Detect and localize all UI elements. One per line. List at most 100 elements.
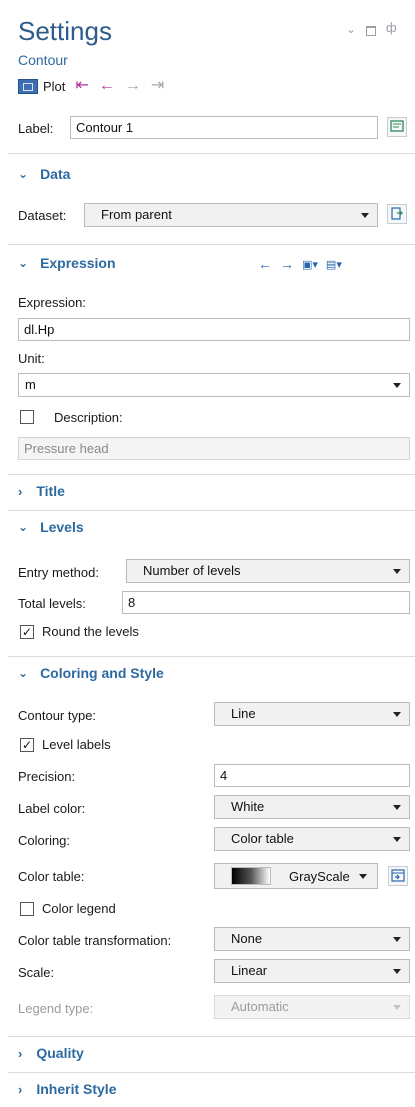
section-title-levels: Levels xyxy=(40,519,84,535)
last-node-icon[interactable]: ⇥ xyxy=(151,78,164,94)
chevron-down-icon: ⌄ xyxy=(18,256,29,270)
insert-expression-icon[interactable]: ▤▾ xyxy=(326,258,342,271)
divider xyxy=(8,153,415,154)
transformation-label: Color table transformation: xyxy=(18,933,172,948)
precision-label: Precision: xyxy=(18,769,76,784)
expression-label: Expression: xyxy=(18,295,86,310)
show-description-icon[interactable] xyxy=(387,117,407,137)
chevron-down-icon xyxy=(393,712,401,717)
section-title-quality: Quality xyxy=(36,1045,84,1061)
color-table-browse-icon[interactable] xyxy=(388,866,408,886)
unit-select-value: m xyxy=(25,377,36,392)
label-color-select[interactable]: White xyxy=(214,795,410,819)
next-node-icon[interactable]: → xyxy=(125,78,141,94)
section-header-data[interactable]: ⌄ Data xyxy=(18,166,70,182)
level-labels-label: Level labels xyxy=(42,737,111,752)
legend-type-select: Automatic xyxy=(214,995,410,1019)
expression-input[interactable] xyxy=(18,318,410,341)
coloring-value: Color table xyxy=(231,831,294,846)
entry-method-label: Entry method: xyxy=(18,565,99,580)
chevron-down-icon xyxy=(361,213,369,218)
label-field-label: Label: xyxy=(18,121,54,136)
chevron-down-icon xyxy=(359,874,367,879)
description-input xyxy=(18,437,410,460)
plot-toolbar: Plot ⇤ ← → ⇥ xyxy=(18,76,174,96)
entry-method-select[interactable]: Number of levels xyxy=(126,559,410,583)
section-title-title: Title xyxy=(36,483,65,499)
color-legend-label: Color legend xyxy=(42,901,116,916)
section-title-coloring: Coloring and Style xyxy=(40,665,164,681)
chevron-right-icon: › xyxy=(18,483,23,499)
transformation-value: None xyxy=(231,931,263,946)
scale-value: Linear xyxy=(231,963,268,978)
pin-icon[interactable]: ф xyxy=(386,20,397,35)
section-header-coloring[interactable]: ⌄ Coloring and Style xyxy=(18,665,164,681)
divider xyxy=(8,474,415,475)
chevron-down-icon xyxy=(393,837,401,842)
total-levels-label: Total levels: xyxy=(18,596,86,611)
section-title-inherit-style: Inherit Style xyxy=(36,1081,117,1097)
coloring-select[interactable]: Color table xyxy=(214,827,410,851)
precision-input[interactable] xyxy=(214,764,410,787)
chevron-right-icon: › xyxy=(18,1081,23,1097)
total-levels-input[interactable] xyxy=(122,591,410,614)
divider xyxy=(8,1036,415,1037)
description-checkbox[interactable] xyxy=(20,410,34,424)
chevron-down-icon xyxy=(393,569,401,574)
color-table-label: Color table: xyxy=(18,869,85,884)
round-levels-checkbox[interactable]: ✓ xyxy=(20,625,34,639)
section-header-expression[interactable]: ⌄ Expression xyxy=(18,255,116,271)
chevron-down-icon xyxy=(393,937,401,942)
first-node-icon[interactable]: ⇤ xyxy=(75,78,88,94)
collapse-panel-icon[interactable]: ⌄ xyxy=(346,22,356,36)
color-table-select[interactable]: GrayScale xyxy=(214,863,378,889)
chevron-down-icon: ⌄ xyxy=(18,167,29,181)
arrow-left-icon[interactable]: ← xyxy=(258,256,272,272)
section-header-title[interactable]: › Title xyxy=(18,483,65,499)
label-color-label: Label color: xyxy=(18,801,86,816)
divider xyxy=(8,510,415,511)
transformation-select[interactable]: None xyxy=(214,927,410,951)
arrow-right-icon[interactable]: → xyxy=(280,256,294,272)
contour-type-label: Contour type: xyxy=(18,708,97,723)
contour-type-value: Line xyxy=(231,706,256,721)
chevron-down-icon xyxy=(393,1005,401,1010)
divider xyxy=(8,1072,415,1073)
label-input[interactable] xyxy=(70,116,378,139)
unit-select[interactable]: m xyxy=(18,373,410,397)
grayscale-swatch xyxy=(231,867,271,885)
go-to-source-icon[interactable] xyxy=(387,204,407,224)
legend-type-label: Legend type: xyxy=(18,1001,94,1016)
unit-label: Unit: xyxy=(18,351,45,366)
legend-type-value: Automatic xyxy=(231,999,289,1014)
plot-icon[interactable] xyxy=(18,78,38,94)
chevron-down-icon xyxy=(393,805,401,810)
dataset-select-value: From parent xyxy=(101,207,172,222)
dataset-select[interactable]: From parent xyxy=(84,203,378,227)
section-header-levels[interactable]: ⌄ Levels xyxy=(18,519,84,535)
page-subtitle: Contour xyxy=(18,52,68,68)
scale-select[interactable]: Linear xyxy=(214,959,410,983)
description-label: Description: xyxy=(54,410,123,425)
divider xyxy=(8,244,415,245)
scale-label: Scale: xyxy=(18,965,55,980)
color-legend-checkbox[interactable] xyxy=(20,902,34,916)
maximize-icon[interactable] xyxy=(366,26,376,36)
page-title: Settings xyxy=(18,16,112,46)
expression-toolbar: ← → ▣▾ ▤▾ xyxy=(258,256,342,272)
section-header-quality[interactable]: › Quality xyxy=(18,1045,84,1061)
round-levels-label: Round the levels xyxy=(42,624,139,639)
entry-method-value: Number of levels xyxy=(143,563,241,578)
level-labels-checkbox[interactable]: ✓ xyxy=(20,738,34,752)
replace-expression-icon[interactable]: ▣▾ xyxy=(302,258,318,271)
contour-type-select[interactable]: Line xyxy=(214,702,410,726)
color-table-value: GrayScale xyxy=(289,868,350,884)
chevron-down-icon: ⌄ xyxy=(18,520,29,534)
chevron-down-icon xyxy=(393,383,401,388)
section-title-expression: Expression xyxy=(40,255,116,271)
previous-node-icon[interactable]: ← xyxy=(99,78,115,94)
coloring-label: Coloring: xyxy=(18,833,71,848)
divider xyxy=(8,656,415,657)
plot-button-label[interactable]: Plot xyxy=(43,79,65,94)
section-header-inherit-style[interactable]: › Inherit Style xyxy=(18,1081,116,1097)
